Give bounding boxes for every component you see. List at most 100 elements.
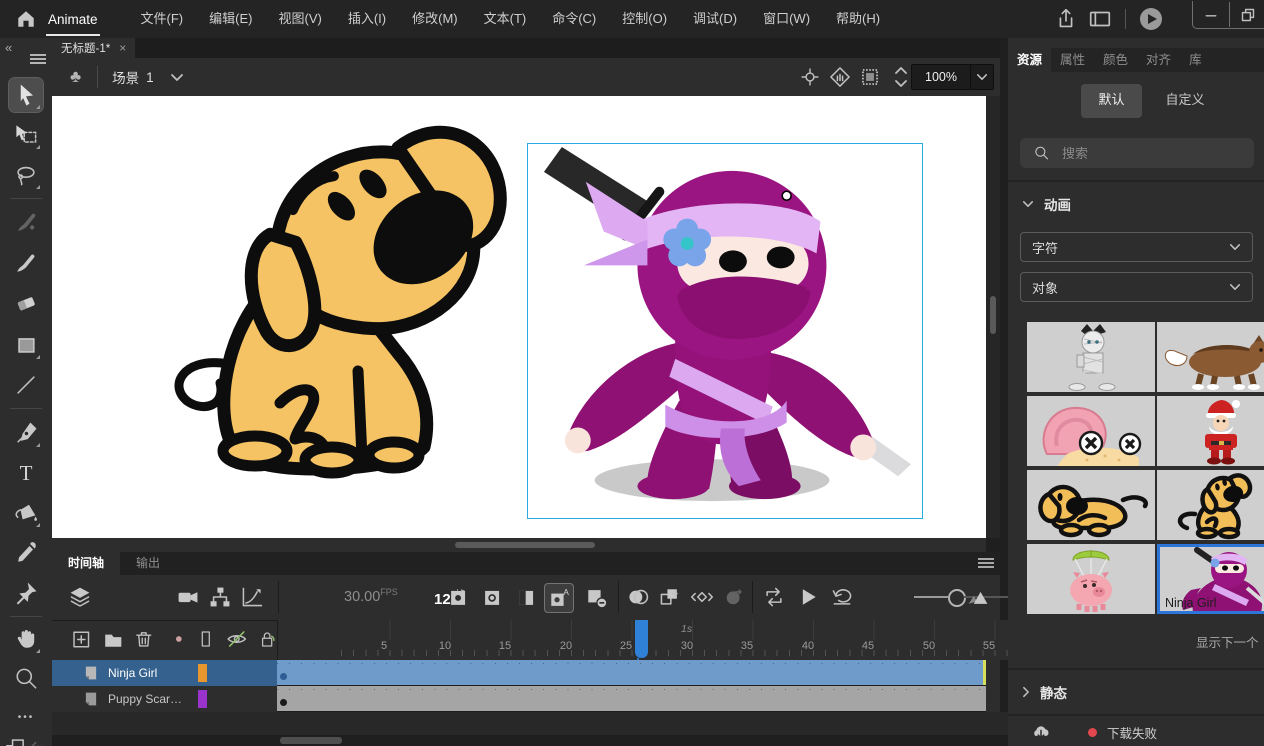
clip-content-button[interactable] (855, 63, 885, 91)
frame-span-ninja-girl[interactable] (277, 660, 986, 686)
tab-timeline[interactable]: 时间轴 (52, 552, 120, 575)
vertical-scroll-thumb[interactable] (990, 296, 996, 334)
new-layer-button[interactable] (70, 628, 93, 651)
menu-edit[interactable]: 编辑(E) (196, 0, 265, 38)
horizontal-scroll-thumb[interactable] (455, 542, 595, 548)
zoom-tool[interactable] (9, 662, 43, 696)
subselection-transform-tool[interactable] (9, 118, 43, 152)
test-movie-button[interactable] (1134, 4, 1168, 34)
rotate-stage-button[interactable] (825, 63, 855, 91)
tab-color[interactable]: 颜色 (1094, 48, 1137, 72)
show-next-link[interactable]: 显示下一个 (1196, 632, 1259, 651)
tab-properties[interactable]: 属性 (1051, 48, 1094, 72)
share-button[interactable] (1049, 4, 1083, 34)
eraser-tool[interactable] (9, 286, 43, 320)
layers-view-button[interactable] (66, 583, 94, 611)
mode-default-button[interactable]: 默认 (1081, 84, 1141, 118)
mode-custom-button[interactable]: 自定义 (1160, 84, 1211, 118)
menu-debug[interactable]: 调试(D) (680, 0, 750, 38)
playhead-marker[interactable] (635, 620, 648, 658)
zoom-stepper[interactable] (893, 64, 909, 90)
restore-button[interactable] (1230, 2, 1264, 27)
home-button[interactable] (12, 5, 40, 33)
keyframe-dot[interactable] (280, 673, 287, 680)
more-tools-button[interactable]: ••• (9, 700, 43, 734)
timeline-zoom-track-left[interactable] (914, 596, 948, 598)
pen-tool[interactable] (9, 416, 43, 450)
asset-search-box[interactable] (1020, 138, 1254, 168)
puppy-artwork[interactable] (160, 112, 520, 504)
insert-keyframe-button[interactable] (444, 583, 472, 611)
menu-view[interactable]: 视图(V) (265, 0, 334, 38)
transform-point[interactable] (782, 191, 791, 200)
timeline-panel-menu-icon[interactable] (978, 558, 994, 568)
insert-frame-button[interactable] (512, 583, 540, 611)
app-name[interactable]: Animate (46, 3, 100, 36)
layer-row-puppy[interactable]: Puppy Scar… (52, 686, 277, 712)
remove-frame-button[interactable] (582, 583, 610, 611)
fps-display[interactable]: 30.00FPS (344, 587, 398, 605)
menu-insert[interactable]: 插入(I) (335, 0, 399, 38)
layer-parenting-button[interactable] (206, 583, 234, 611)
cloud-download-icon[interactable] (1030, 723, 1052, 741)
timeline-scroll-thumb[interactable] (280, 737, 342, 744)
layer-color-swatch[interactable] (198, 664, 207, 682)
edit-multiple-frames-button[interactable] (656, 583, 684, 611)
asset-warp-pin-tool[interactable] (9, 576, 43, 610)
asset-thumb-puppy-sitting[interactable] (1157, 470, 1264, 540)
selection-bounding-box[interactable] (527, 143, 923, 519)
auto-keyframe-button[interactable]: A (544, 583, 574, 613)
asset-thumb-ninja-girl[interactable]: Ninja Girl (1157, 544, 1264, 614)
classic-brush-tool[interactable] (9, 246, 43, 280)
menu-file[interactable]: 文件(F) (128, 0, 197, 38)
insert-blank-keyframe-button[interactable] (478, 583, 506, 611)
asset-thumb-snail[interactable] (1027, 396, 1155, 466)
lock-layers-button[interactable] (257, 628, 277, 650)
frame-span-puppy[interactable] (277, 686, 986, 712)
motion-editor-button[interactable] (720, 583, 748, 611)
asset-thumb-santa[interactable] (1157, 396, 1264, 466)
lasso-tool[interactable] (9, 158, 43, 192)
tab-assets[interactable]: 资源 (1008, 48, 1051, 72)
new-folder-button[interactable] (102, 628, 125, 651)
close-tab-button[interactable]: × (119, 41, 126, 55)
asset-thumb-puppy-lying[interactable] (1027, 470, 1155, 540)
timeline-horizontal-scrollbar[interactable] (52, 735, 1000, 746)
asset-thumb-mummy[interactable] (1027, 322, 1155, 392)
collapse-panel-button[interactable]: « (5, 40, 12, 55)
workspace-button[interactable] (1083, 4, 1117, 34)
section-static-header[interactable]: 静态 (1022, 682, 1067, 702)
line-tool[interactable] (9, 368, 43, 402)
menu-help[interactable]: 帮助(H) (823, 0, 893, 38)
layer-row-ninja-girl[interactable]: Ninja Girl (52, 660, 277, 686)
undo-button[interactable] (22, 732, 56, 746)
ninja-girl-artwork[interactable] (528, 144, 920, 516)
outline-layers-button[interactable] (196, 628, 216, 650)
menu-commands[interactable]: 命令(C) (539, 0, 609, 38)
section-animated-header[interactable]: 动画 (1022, 194, 1071, 214)
asset-thumb-wolf[interactable] (1157, 322, 1264, 392)
timeline-ruler[interactable]: 1s 5 10 15 20 25 30 35 40 45 50 55 (277, 620, 1039, 660)
show-hide-layers-button[interactable] (225, 628, 249, 650)
menu-window[interactable]: 窗口(W) (750, 0, 823, 38)
selection-tool[interactable] (9, 78, 43, 112)
layer-color-swatch[interactable] (198, 690, 207, 708)
keyframe-dot[interactable] (280, 699, 287, 706)
delete-layer-button[interactable] (133, 628, 155, 650)
fit-timeline-button[interactable] (964, 583, 992, 611)
highlight-layers-button[interactable] (170, 630, 188, 648)
zoom-dropdown-button[interactable] (970, 65, 993, 89)
layer-name[interactable]: Ninja Girl (108, 666, 196, 680)
center-stage-button[interactable] (795, 63, 825, 91)
camera-button[interactable] (174, 583, 202, 611)
tab-align[interactable]: 对齐 (1137, 48, 1180, 72)
stage-canvas[interactable] (52, 96, 986, 538)
text-tool[interactable]: T (9, 456, 43, 490)
document-tab[interactable]: 无标题-1* × (52, 38, 135, 58)
hand-tool[interactable] (9, 622, 43, 656)
stage-horizontal-scrollbar[interactable] (52, 538, 986, 552)
rewind-button[interactable] (828, 583, 856, 611)
asset-thumb-pig-parachute[interactable] (1027, 544, 1155, 614)
eyedropper-tool[interactable] (9, 536, 43, 570)
search-input[interactable] (1060, 145, 1234, 162)
